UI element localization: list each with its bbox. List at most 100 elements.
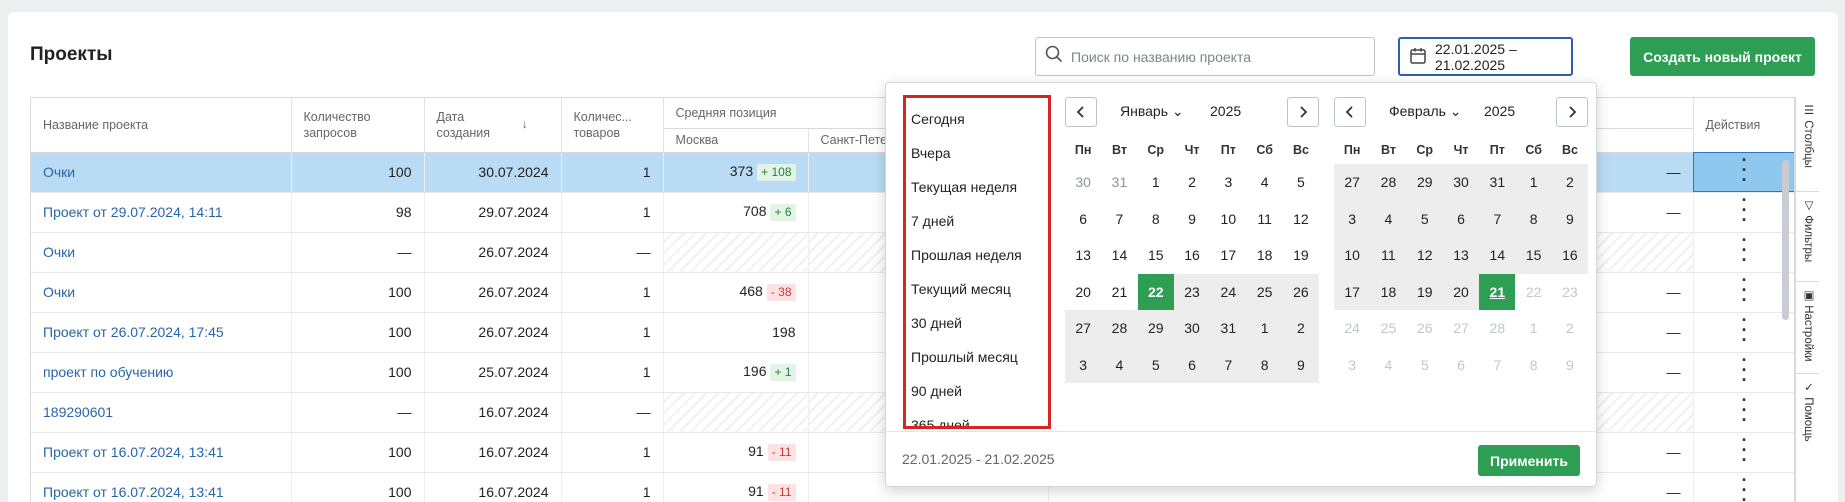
search-box[interactable] xyxy=(1035,37,1375,76)
actions-cell[interactable]: · · · xyxy=(1693,192,1794,233)
project-name-link[interactable]: Проект от 16.07.2024, 13:41 xyxy=(31,472,292,502)
calendar-day[interactable]: 30 xyxy=(1173,310,1211,347)
calendar-day[interactable]: 3 xyxy=(1065,346,1102,383)
calendar-day[interactable]: 2 xyxy=(1282,310,1320,347)
calendar-day[interactable]: 12 xyxy=(1283,201,1319,238)
calendar-day[interactable]: 18 xyxy=(1370,273,1407,310)
calendar-day[interactable]: 7 xyxy=(1210,346,1247,383)
selected-day[interactable]: 22 xyxy=(1137,273,1174,310)
selected-day[interactable]: 21 xyxy=(1479,273,1516,310)
table-scrollbar[interactable] xyxy=(1782,160,1789,320)
calendar-day[interactable]: 28 xyxy=(1101,310,1138,347)
calendar-day[interactable]: 10 xyxy=(1334,237,1371,274)
calendar-day[interactable]: 24 xyxy=(1210,273,1247,310)
project-name-link[interactable]: Очки xyxy=(31,152,292,193)
calendar-day[interactable]: 8 xyxy=(1246,346,1283,383)
calendar-day[interactable]: 10 xyxy=(1210,201,1246,238)
calendar-day[interactable]: 4 xyxy=(1370,200,1407,237)
calendar-day[interactable]: 6 xyxy=(1065,201,1101,238)
date-range-picker[interactable]: 22.01.2025 – 21.02.2025 xyxy=(1398,37,1573,76)
calendar-day[interactable]: 31 xyxy=(1101,164,1137,201)
help-tab[interactable]: ✓ Помощь xyxy=(1796,374,1819,454)
calendar-day[interactable]: 11 xyxy=(1246,201,1282,238)
calendar-day[interactable]: 16 xyxy=(1551,237,1589,274)
project-name-link[interactable]: Проект от 16.07.2024, 13:41 xyxy=(31,432,292,473)
project-name-link[interactable]: Очки xyxy=(31,232,292,273)
calendar-day[interactable]: 9 xyxy=(1174,201,1210,238)
calendar-day[interactable]: 4 xyxy=(1246,164,1282,201)
sort-down-icon[interactable]: ↓ xyxy=(522,116,528,132)
calendar-day[interactable]: 30 xyxy=(1442,164,1480,201)
calendar-day[interactable]: 19 xyxy=(1406,273,1443,310)
calendar-day[interactable]: 6 xyxy=(1173,346,1211,383)
calendar-day[interactable]: 13 xyxy=(1065,237,1101,274)
month-select-right[interactable]: Февраль ⌄ xyxy=(1389,103,1462,120)
header-name[interactable]: Название проекта xyxy=(31,98,292,153)
preset-option[interactable]: Текущая неделя xyxy=(906,170,1048,204)
year-right[interactable]: 2025 xyxy=(1484,103,1515,119)
calendar-day[interactable]: 29 xyxy=(1137,310,1174,347)
actions-cell[interactable]: · · · xyxy=(1693,472,1794,502)
calendar-day[interactable]: 27 xyxy=(1065,310,1102,347)
year-left[interactable]: 2025 xyxy=(1210,103,1241,119)
more-vertical-icon[interactable]: · · · xyxy=(1742,192,1748,229)
calendar-day[interactable]: 5 xyxy=(1137,346,1174,383)
calendar-day[interactable]: 20 xyxy=(1442,273,1480,310)
calendar-day[interactable]: 27 xyxy=(1334,164,1371,201)
apply-button[interactable]: Применить xyxy=(1478,445,1580,476)
calendar-day[interactable]: 21 xyxy=(1101,274,1137,311)
calendar-day[interactable]: 3 xyxy=(1210,164,1246,201)
calendar-day[interactable]: 23 xyxy=(1173,273,1211,310)
create-project-button[interactable]: Создать новый проект xyxy=(1630,37,1815,76)
project-name-link[interactable]: Очки xyxy=(31,272,292,313)
project-name-link[interactable]: Проект от 26.07.2024, 17:45 xyxy=(31,312,292,353)
calendar-day[interactable]: 4 xyxy=(1101,346,1138,383)
calendar-day[interactable]: 2 xyxy=(1551,164,1589,201)
more-vertical-icon[interactable]: · · · xyxy=(1742,432,1748,469)
settings-tab[interactable]: ▣ Настройки xyxy=(1796,282,1819,374)
columns-tab[interactable]: ☰ Столбцы xyxy=(1796,97,1819,192)
calendar-day[interactable]: 31 xyxy=(1479,164,1516,201)
calendar-day[interactable]: 1 xyxy=(1515,164,1552,201)
calendar-day[interactable]: 8 xyxy=(1138,201,1174,238)
project-name-link[interactable]: 189290601 xyxy=(31,392,292,433)
actions-cell[interactable]: · · · xyxy=(1693,432,1794,473)
actions-cell[interactable]: · · · xyxy=(1693,392,1794,433)
more-vertical-icon[interactable]: · · · xyxy=(1742,392,1748,429)
actions-cell[interactable]: · · · xyxy=(1693,312,1794,353)
preset-option[interactable]: 30 дней xyxy=(906,306,1048,340)
calendar-day[interactable]: 1 xyxy=(1246,310,1283,347)
more-vertical-icon[interactable]: · · · xyxy=(1742,352,1748,389)
calendar-day[interactable]: 13 xyxy=(1442,237,1480,274)
calendar-day[interactable]: 30 xyxy=(1065,164,1101,201)
project-name-link[interactable]: Проект от 29.07.2024, 14:11 xyxy=(31,192,292,233)
calendar-day[interactable]: 2 xyxy=(1174,164,1210,201)
actions-cell[interactable]: · · · xyxy=(1693,232,1794,273)
header-products[interactable]: Количес... товаров xyxy=(561,98,664,153)
calendar-day[interactable]: 20 xyxy=(1065,274,1101,311)
calendar-day[interactable]: 28 xyxy=(1370,164,1407,201)
calendar-day[interactable]: 7 xyxy=(1479,200,1516,237)
filters-tab[interactable]: ▽ Фильтры xyxy=(1796,192,1819,282)
calendar-day[interactable]: 5 xyxy=(1283,164,1319,201)
calendar-day[interactable]: 26 xyxy=(1282,273,1320,310)
prev-month-button-right[interactable] xyxy=(1334,97,1366,127)
calendar-day[interactable]: 16 xyxy=(1174,237,1210,274)
more-vertical-icon[interactable]: · · · xyxy=(1742,232,1748,269)
more-vertical-icon[interactable]: · · · xyxy=(1742,312,1748,349)
preset-option[interactable]: 7 дней xyxy=(906,204,1048,238)
calendar-day[interactable]: 9 xyxy=(1551,200,1589,237)
header-created[interactable]: Дата создания↓ xyxy=(424,98,562,153)
header-moscow[interactable]: Москва xyxy=(663,128,809,153)
calendar-day[interactable]: 1 xyxy=(1138,164,1174,201)
calendar-day[interactable]: 29 xyxy=(1406,164,1443,201)
month-select-left[interactable]: Январь ⌄ xyxy=(1120,103,1184,120)
calendar-day[interactable]: 17 xyxy=(1334,273,1371,310)
calendar-day[interactable]: 14 xyxy=(1479,237,1516,274)
calendar-day[interactable]: 31 xyxy=(1210,310,1247,347)
actions-cell[interactable]: · · · xyxy=(1693,352,1794,393)
calendar-day[interactable]: 8 xyxy=(1515,200,1552,237)
calendar-day[interactable]: 18 xyxy=(1246,237,1282,274)
calendar-day[interactable]: 5 xyxy=(1406,200,1443,237)
prev-month-button[interactable] xyxy=(1065,97,1097,127)
